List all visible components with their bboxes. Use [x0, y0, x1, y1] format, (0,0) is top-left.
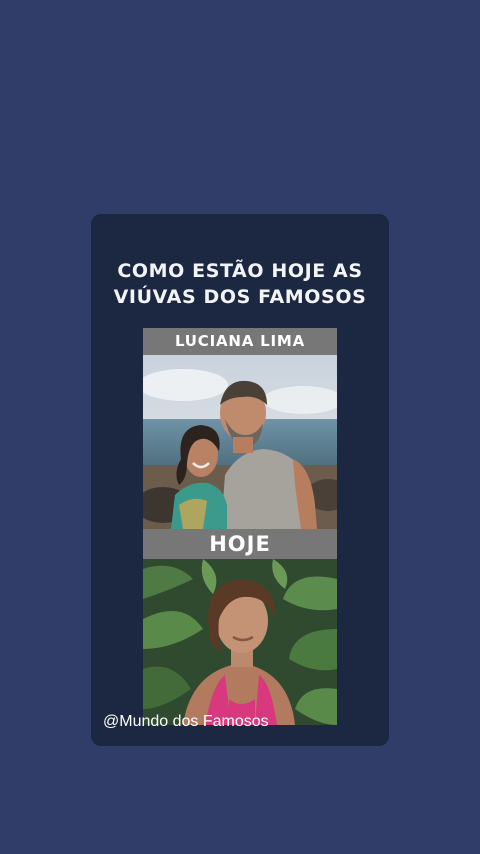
story-title: COMO ESTÃO HOJE AS VIÚVAS DOS FAMOSOS	[91, 258, 389, 310]
story-title-line-1: COMO ESTÃO HOJE AS	[117, 260, 363, 282]
beach-couple-photo	[143, 355, 337, 529]
photo-collage: LUCIANA LIMA HOJE	[143, 328, 337, 725]
story-card: COMO ESTÃO HOJE AS VIÚVAS DOS FAMOSOS LU…	[91, 214, 389, 746]
today-label: HOJE	[143, 529, 337, 559]
account-watermark: @Mundo dos Famosos	[103, 713, 269, 730]
portrait-today-photo	[143, 559, 337, 725]
story-title-line-2: VIÚVAS DOS FAMOSOS	[113, 286, 367, 308]
name-label: LUCIANA LIMA	[143, 328, 337, 355]
